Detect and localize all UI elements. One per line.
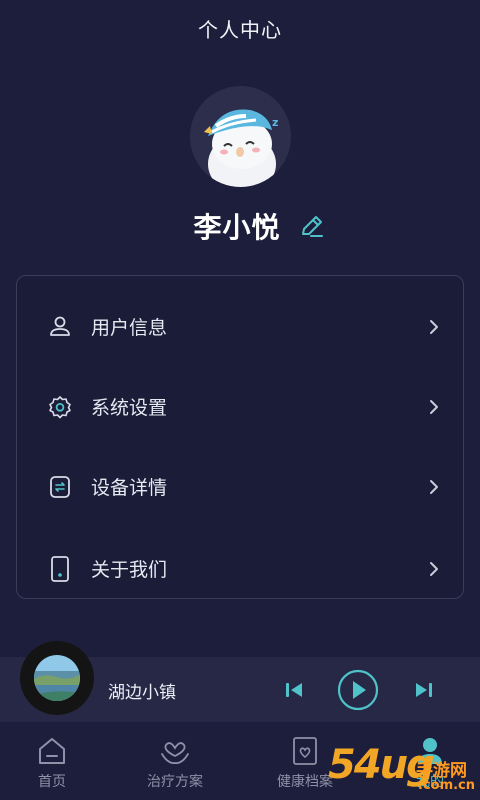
- health-record-icon: [290, 736, 320, 766]
- chevron-right-icon: [427, 560, 441, 578]
- play-icon: [337, 669, 379, 711]
- avatar[interactable]: z: [190, 86, 291, 187]
- menu-item-about-us[interactable]: 关于我们: [17, 528, 463, 609]
- chevron-right-icon: [427, 318, 441, 336]
- next-icon: [416, 683, 432, 697]
- menu-item-user-info[interactable]: 用户信息: [17, 286, 463, 367]
- settings-menu-card: 用户信息 系统设置 设备详情 关于我们: [16, 275, 464, 599]
- album-art: [34, 655, 80, 701]
- phone-icon: [47, 555, 73, 582]
- play-button[interactable]: [336, 668, 380, 712]
- album-disc[interactable]: [20, 641, 94, 715]
- menu-label: 系统设置: [91, 397, 168, 419]
- edit-name-button[interactable]: [297, 211, 327, 241]
- care-icon: [160, 736, 190, 766]
- menu-label: 设备详情: [91, 477, 168, 499]
- tab-home[interactable]: 首页: [22, 722, 82, 800]
- menu-item-system-settings[interactable]: 系统设置: [17, 366, 463, 447]
- menu-label: 关于我们: [91, 559, 168, 581]
- chevron-right-icon: [427, 478, 441, 496]
- watermark-domain: .com.cn: [418, 778, 476, 793]
- svg-text:z: z: [272, 116, 278, 129]
- tab-label: 首页: [38, 774, 66, 790]
- pencil-icon: [301, 216, 323, 237]
- sleeping-snowman-avatar-icon: z: [190, 86, 291, 187]
- gear-icon: [47, 394, 73, 420]
- tab-label: 治疗方案: [147, 774, 203, 790]
- username: 李小悦: [193, 211, 281, 244]
- username-row: 李小悦: [0, 206, 480, 246]
- previous-button[interactable]: [282, 678, 306, 702]
- chevron-right-icon: [427, 398, 441, 416]
- page-title: 个人中心: [198, 18, 282, 42]
- tab-label: 健康档案: [277, 774, 333, 790]
- menu-item-device-details[interactable]: 设备详情: [17, 446, 463, 527]
- user-icon: [47, 314, 73, 340]
- next-button[interactable]: [412, 678, 436, 702]
- song-title: 湖边小镇: [108, 683, 176, 703]
- tab-treatment-plan[interactable]: 治疗方案: [135, 722, 215, 800]
- device-icon: [47, 474, 73, 500]
- watermark-logo: 54ug 手游网 .com.cn: [328, 742, 480, 800]
- home-icon: [37, 736, 67, 766]
- previous-icon: [286, 683, 302, 697]
- menu-label: 用户信息: [91, 317, 168, 339]
